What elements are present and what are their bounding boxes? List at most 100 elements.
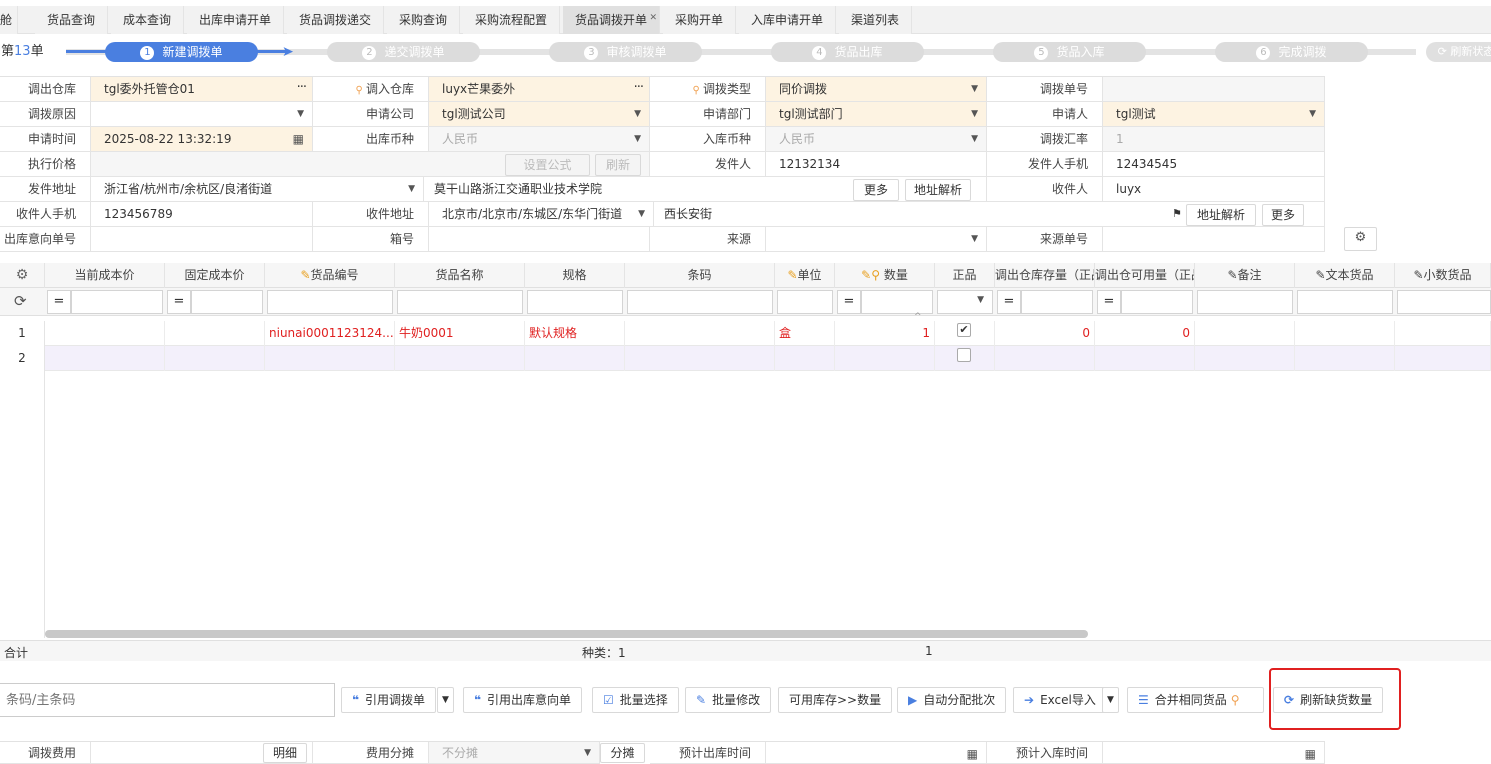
refresh-status-button[interactable]: ⟳ 刷新状态 xyxy=(1426,42,1491,62)
cell-out-stock[interactable]: 0 xyxy=(995,321,1095,346)
source-select[interactable]: ▼ xyxy=(766,227,987,252)
ref-transfer-button[interactable]: ❝ 引用调拨单 xyxy=(341,687,437,713)
cell-text-product[interactable] xyxy=(1295,321,1395,346)
cell-current-cost[interactable] xyxy=(45,346,165,371)
cell-fixed-cost[interactable] xyxy=(165,346,265,371)
sender-phone-field[interactable]: 12434545 xyxy=(1103,152,1325,177)
cell-product-code[interactable]: niunai0001123124... xyxy=(265,321,395,346)
filter-product-code[interactable] xyxy=(267,290,393,314)
ref-transfer-dropdown[interactable]: ▼ xyxy=(437,687,454,713)
col-spec[interactable]: 规格 xyxy=(525,263,625,288)
send-address-select[interactable]: 浙江省/杭州市/余杭区/良渚街道 ▼ xyxy=(91,177,424,202)
col-text-product[interactable]: ✎文本货品 xyxy=(1295,263,1395,288)
recv-more-button[interactable]: 更多 xyxy=(1262,204,1304,226)
filter-operator[interactable]: = xyxy=(837,290,861,314)
merge-same-button[interactable]: ☰ 合并相同货品 ⚲ xyxy=(1127,687,1264,713)
filter-decimal-product[interactable] xyxy=(1397,290,1491,314)
cell-barcode[interactable] xyxy=(625,321,775,346)
tab-purchase-flow[interactable]: 采购流程配置 xyxy=(463,6,561,34)
rate-field[interactable]: 1 xyxy=(1103,127,1325,152)
refresh-shortage-button[interactable]: ⟳ 刷新缺货数量 xyxy=(1273,687,1384,713)
company-select[interactable]: tgl测试公司 ▼ xyxy=(429,102,650,127)
filter-remark[interactable] xyxy=(1197,290,1293,314)
source-no-field[interactable] xyxy=(1103,227,1325,252)
more-icon[interactable]: ··· xyxy=(297,77,307,100)
dept-select[interactable]: tgl测试部门 ▼ xyxy=(766,102,987,127)
calendar-icon[interactable]: ▦ xyxy=(967,742,978,763)
est-in-time-field[interactable]: ▦ xyxy=(1103,742,1325,764)
tab-purchase-query[interactable]: 采购查询 xyxy=(387,6,461,34)
genuine-checkbox[interactable]: ✔ xyxy=(957,323,971,337)
calendar-icon[interactable]: ▦ xyxy=(293,127,304,151)
out-warehouse-field[interactable]: tgl委外托管仓01 ··· xyxy=(91,77,313,102)
cell-spec[interactable] xyxy=(525,346,625,371)
filter-operator[interactable]: = xyxy=(167,290,191,314)
filter-barcode[interactable] xyxy=(627,290,773,314)
tab-product-query[interactable]: 货品查询 xyxy=(35,6,109,34)
tab-transfer-order[interactable]: 货品调拨开单 ✕ xyxy=(563,4,661,34)
filter-text-product[interactable] xyxy=(1297,290,1393,314)
close-icon[interactable]: ✕ xyxy=(649,4,657,32)
filter-unit[interactable] xyxy=(777,290,833,314)
col-genuine[interactable]: 正品 xyxy=(935,263,995,288)
filter-fixed-cost[interactable] xyxy=(191,290,263,314)
cell-quantity[interactable]: 1 xyxy=(835,321,935,346)
reason-select[interactable]: ▼ xyxy=(91,102,313,127)
barcode-input[interactable] xyxy=(0,683,335,717)
recv-parse-address-button[interactable]: 地址解析 xyxy=(1186,204,1256,226)
col-fixed-cost[interactable]: 固定成本价 xyxy=(165,263,265,288)
table-row[interactable]: 2 xyxy=(0,346,1491,371)
ref-intent-button[interactable]: ❝ 引用出库意向单 xyxy=(463,687,583,713)
cell-remark[interactable] xyxy=(1195,321,1295,346)
col-current-cost[interactable]: 当前成本价 xyxy=(45,263,165,288)
recv-address-select[interactable]: 北京市/北京市/东城区/东华门街道 ▼ xyxy=(429,202,654,227)
receiver-field[interactable]: luyx xyxy=(1103,177,1325,202)
col-product-name[interactable]: 货品名称 xyxy=(395,263,525,288)
cell-text-product[interactable] xyxy=(1295,346,1395,371)
cell-remark[interactable] xyxy=(1195,346,1295,371)
filter-out-available[interactable] xyxy=(1121,290,1193,314)
reload-icon[interactable]: ⟳ xyxy=(14,292,27,310)
filter-spec[interactable] xyxy=(527,290,623,314)
batch-edit-button[interactable]: ✎ 批量修改 xyxy=(685,687,772,713)
out-currency-select[interactable]: 人民币 ▼ xyxy=(429,127,650,152)
cell-unit[interactable]: 盒 xyxy=(775,321,835,346)
col-remark[interactable]: ✎备注 xyxy=(1195,263,1295,288)
cell-decimal-product[interactable] xyxy=(1395,346,1491,371)
box-no-field[interactable] xyxy=(429,227,650,252)
split-button[interactable]: 分摊 xyxy=(600,743,645,763)
in-warehouse-field[interactable]: luyx芒果委外 ··· xyxy=(429,77,650,102)
transfer-type-select[interactable]: 同价调拨 ▼ xyxy=(766,77,987,102)
cell-product-name[interactable] xyxy=(395,346,525,371)
refresh-button[interactable]: 刷新 xyxy=(595,154,641,176)
genuine-checkbox[interactable] xyxy=(957,348,971,362)
avail-to-qty-button[interactable]: 可用库存>>数量 xyxy=(778,687,893,713)
batch-select-button[interactable]: ☑ 批量选择 xyxy=(592,687,679,713)
cell-spec[interactable]: 默认规格 xyxy=(525,321,625,346)
cell-product-name[interactable]: 牛奶0001 xyxy=(395,321,525,346)
filter-out-stock[interactable] xyxy=(1021,290,1093,314)
filter-current-cost[interactable] xyxy=(71,290,163,314)
more-icon[interactable]: ··· xyxy=(634,77,644,100)
in-currency-select[interactable]: 人民币 ▼ xyxy=(766,127,987,152)
set-formula-button[interactable]: 设置公式 xyxy=(505,154,590,176)
col-barcode[interactable]: 条码 xyxy=(625,263,775,288)
cell-current-cost[interactable] xyxy=(45,321,165,346)
filter-operator[interactable]: = xyxy=(1097,290,1121,314)
fee-split-select[interactable]: 不分摊 ▼ xyxy=(429,742,600,764)
receiver-phone-field[interactable]: 123456789 xyxy=(91,202,313,227)
excel-import-dropdown[interactable]: ▼ xyxy=(1102,687,1119,713)
cell-out-available[interactable] xyxy=(1095,346,1195,371)
grid-settings-icon[interactable]: ⚙ xyxy=(0,263,45,288)
apply-time-field[interactable]: 2025-08-22 13:32:19 ▦ xyxy=(91,127,313,152)
cell-genuine[interactable]: ✔ xyxy=(935,321,995,346)
excel-import-button[interactable]: ➔ Excel导入 xyxy=(1013,687,1107,713)
cell-product-code[interactable] xyxy=(265,346,395,371)
col-out-available[interactable]: 调出仓可用量（正品） xyxy=(1095,263,1195,288)
col-decimal-product[interactable]: ✎小数货品 xyxy=(1395,263,1491,288)
filter-quantity[interactable] xyxy=(861,290,933,314)
cell-barcode[interactable] xyxy=(625,346,775,371)
settings-gear-button[interactable]: ⚙ xyxy=(1344,227,1377,251)
intent-no-field[interactable] xyxy=(91,227,313,252)
col-quantity[interactable]: ✎⚲ 数量 xyxy=(835,263,935,288)
